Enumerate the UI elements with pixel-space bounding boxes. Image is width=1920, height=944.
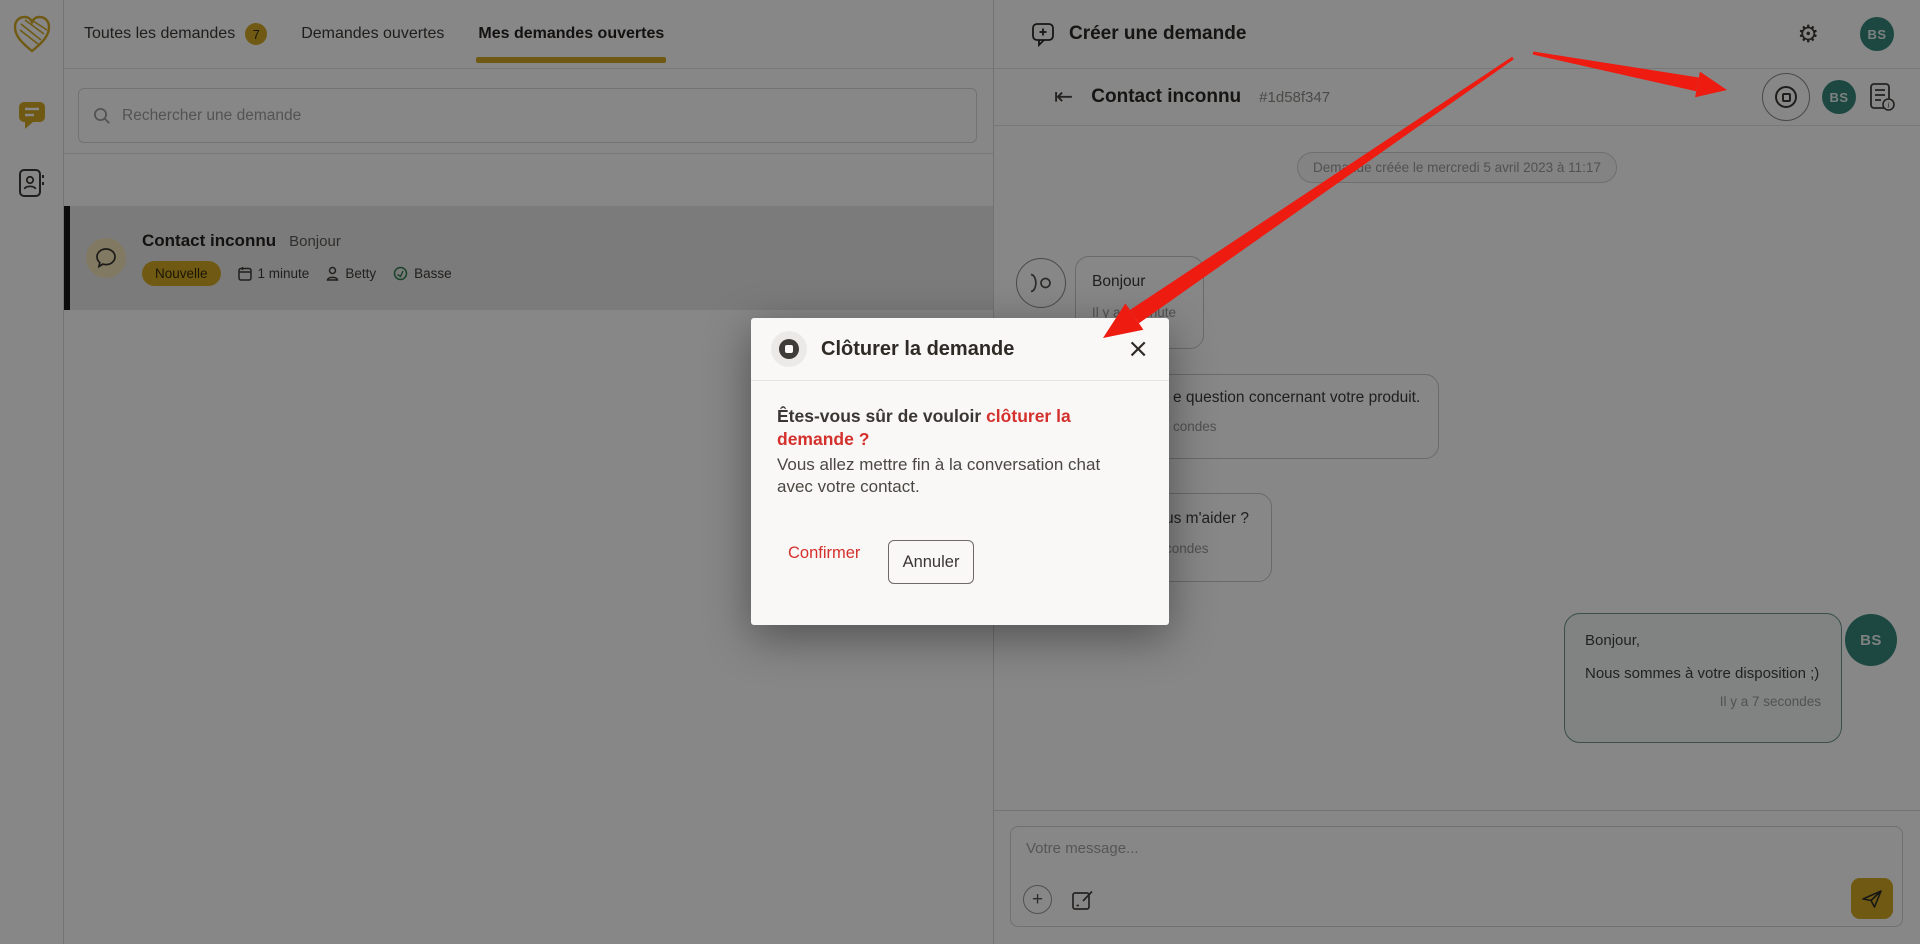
close-icon[interactable]: × — [1127, 336, 1149, 362]
stop-circle-icon — [771, 331, 807, 367]
confirm-button[interactable]: Confirmer — [788, 544, 860, 563]
modal-header: Clôturer la demande × — [751, 318, 1169, 381]
modal-body: Êtes-vous sûr de vouloir clôturer la dem… — [751, 381, 1151, 498]
modal-title: Clôturer la demande — [821, 338, 1014, 361]
cancel-button[interactable]: Annuler — [888, 540, 974, 584]
modal-description: Vous allez mettre fin à la conversation … — [777, 454, 1125, 499]
modal-question: Êtes-vous sûr de vouloir — [777, 406, 986, 426]
close-request-modal: Clôturer la demande × Êtes-vous sûr de v… — [751, 318, 1169, 625]
